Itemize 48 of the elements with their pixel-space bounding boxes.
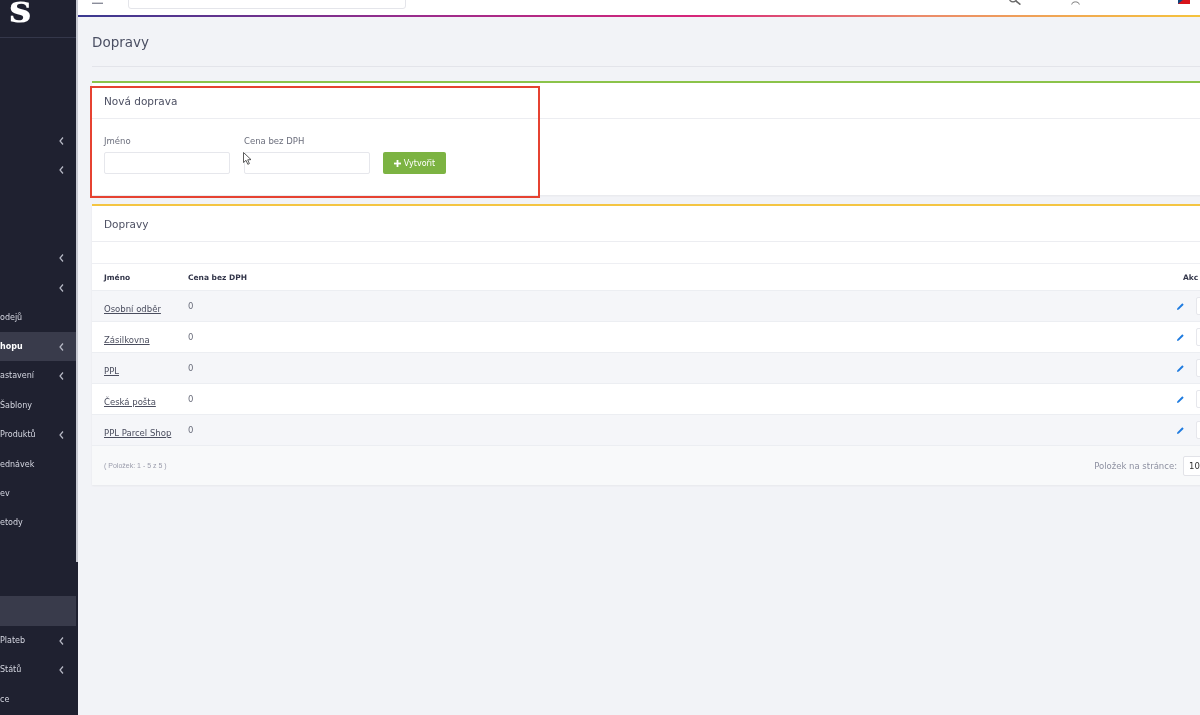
chevron-icon xyxy=(59,636,64,645)
chevron-icon xyxy=(59,254,64,263)
sidebar-item[interactable]: Států xyxy=(0,655,76,685)
price-cell-text: 0 xyxy=(188,301,195,311)
pencil-icon[interactable] xyxy=(1176,394,1185,404)
sidebar-item[interactable]: ednávek xyxy=(0,449,76,479)
plus-icon xyxy=(393,159,401,167)
price-cell-text: 0 xyxy=(188,363,195,373)
chevron-icon xyxy=(59,372,64,380)
field-label: Cena bez DPH xyxy=(244,135,306,147)
price-cell-text: 0 xyxy=(188,332,195,342)
sidebar-item[interactable]: Plateb xyxy=(0,625,76,656)
chevron-icon xyxy=(59,342,64,351)
chevron-icon xyxy=(59,430,64,439)
page-title: Dopravy xyxy=(92,33,150,50)
shipping-name-link[interactable]: Zásilkovna xyxy=(104,334,150,345)
price-cell-text: 0 xyxy=(188,394,195,404)
card-title: Nová doprava xyxy=(104,94,178,107)
sidebar-item[interactable]: etody xyxy=(0,508,76,538)
price-cell-text: 0 xyxy=(188,425,195,435)
shipping-name-link[interactable]: PPL xyxy=(104,365,119,376)
sidebar-item[interactable]: Produktů xyxy=(0,420,76,450)
sidebar-item[interactable]: hopu xyxy=(0,331,76,362)
sidebar-item[interactable]: Šablony xyxy=(0,390,76,421)
chevron-icon xyxy=(59,166,64,175)
chevron-icon xyxy=(59,665,64,674)
shipping-name-link[interactable]: PPL Parcel Shop xyxy=(104,427,172,438)
input-field[interactable] xyxy=(104,152,230,174)
cursor-icon xyxy=(243,152,252,165)
field-label: Jméno xyxy=(104,135,132,147)
pencil-icon[interactable] xyxy=(1176,425,1185,435)
shipping-name-link[interactable]: Osobní odběr xyxy=(104,303,161,314)
pencil-icon[interactable] xyxy=(1176,332,1185,342)
per-page-label: Položek na stránce: xyxy=(1094,460,1177,471)
input-field[interactable] xyxy=(244,152,370,174)
scrollbar[interactable] xyxy=(76,0,78,562)
card-title: Dopravy xyxy=(104,217,149,230)
sidebar-item[interactable]: astavení xyxy=(0,361,76,391)
shipping-name-link[interactable]: Česká pošta xyxy=(104,396,156,407)
sidebar-item[interactable]: odejů xyxy=(0,302,76,332)
pencil-icon[interactable] xyxy=(1176,363,1185,373)
per-page-select[interactable]: 10 xyxy=(1183,455,1200,476)
pencil-icon[interactable] xyxy=(1176,301,1185,311)
chevron-icon xyxy=(59,283,64,292)
chevron-icon xyxy=(59,136,64,145)
logo: s xyxy=(9,0,32,28)
sidebar-item[interactable]: ev xyxy=(0,478,76,509)
sidebar-item[interactable]: ce xyxy=(0,684,76,714)
